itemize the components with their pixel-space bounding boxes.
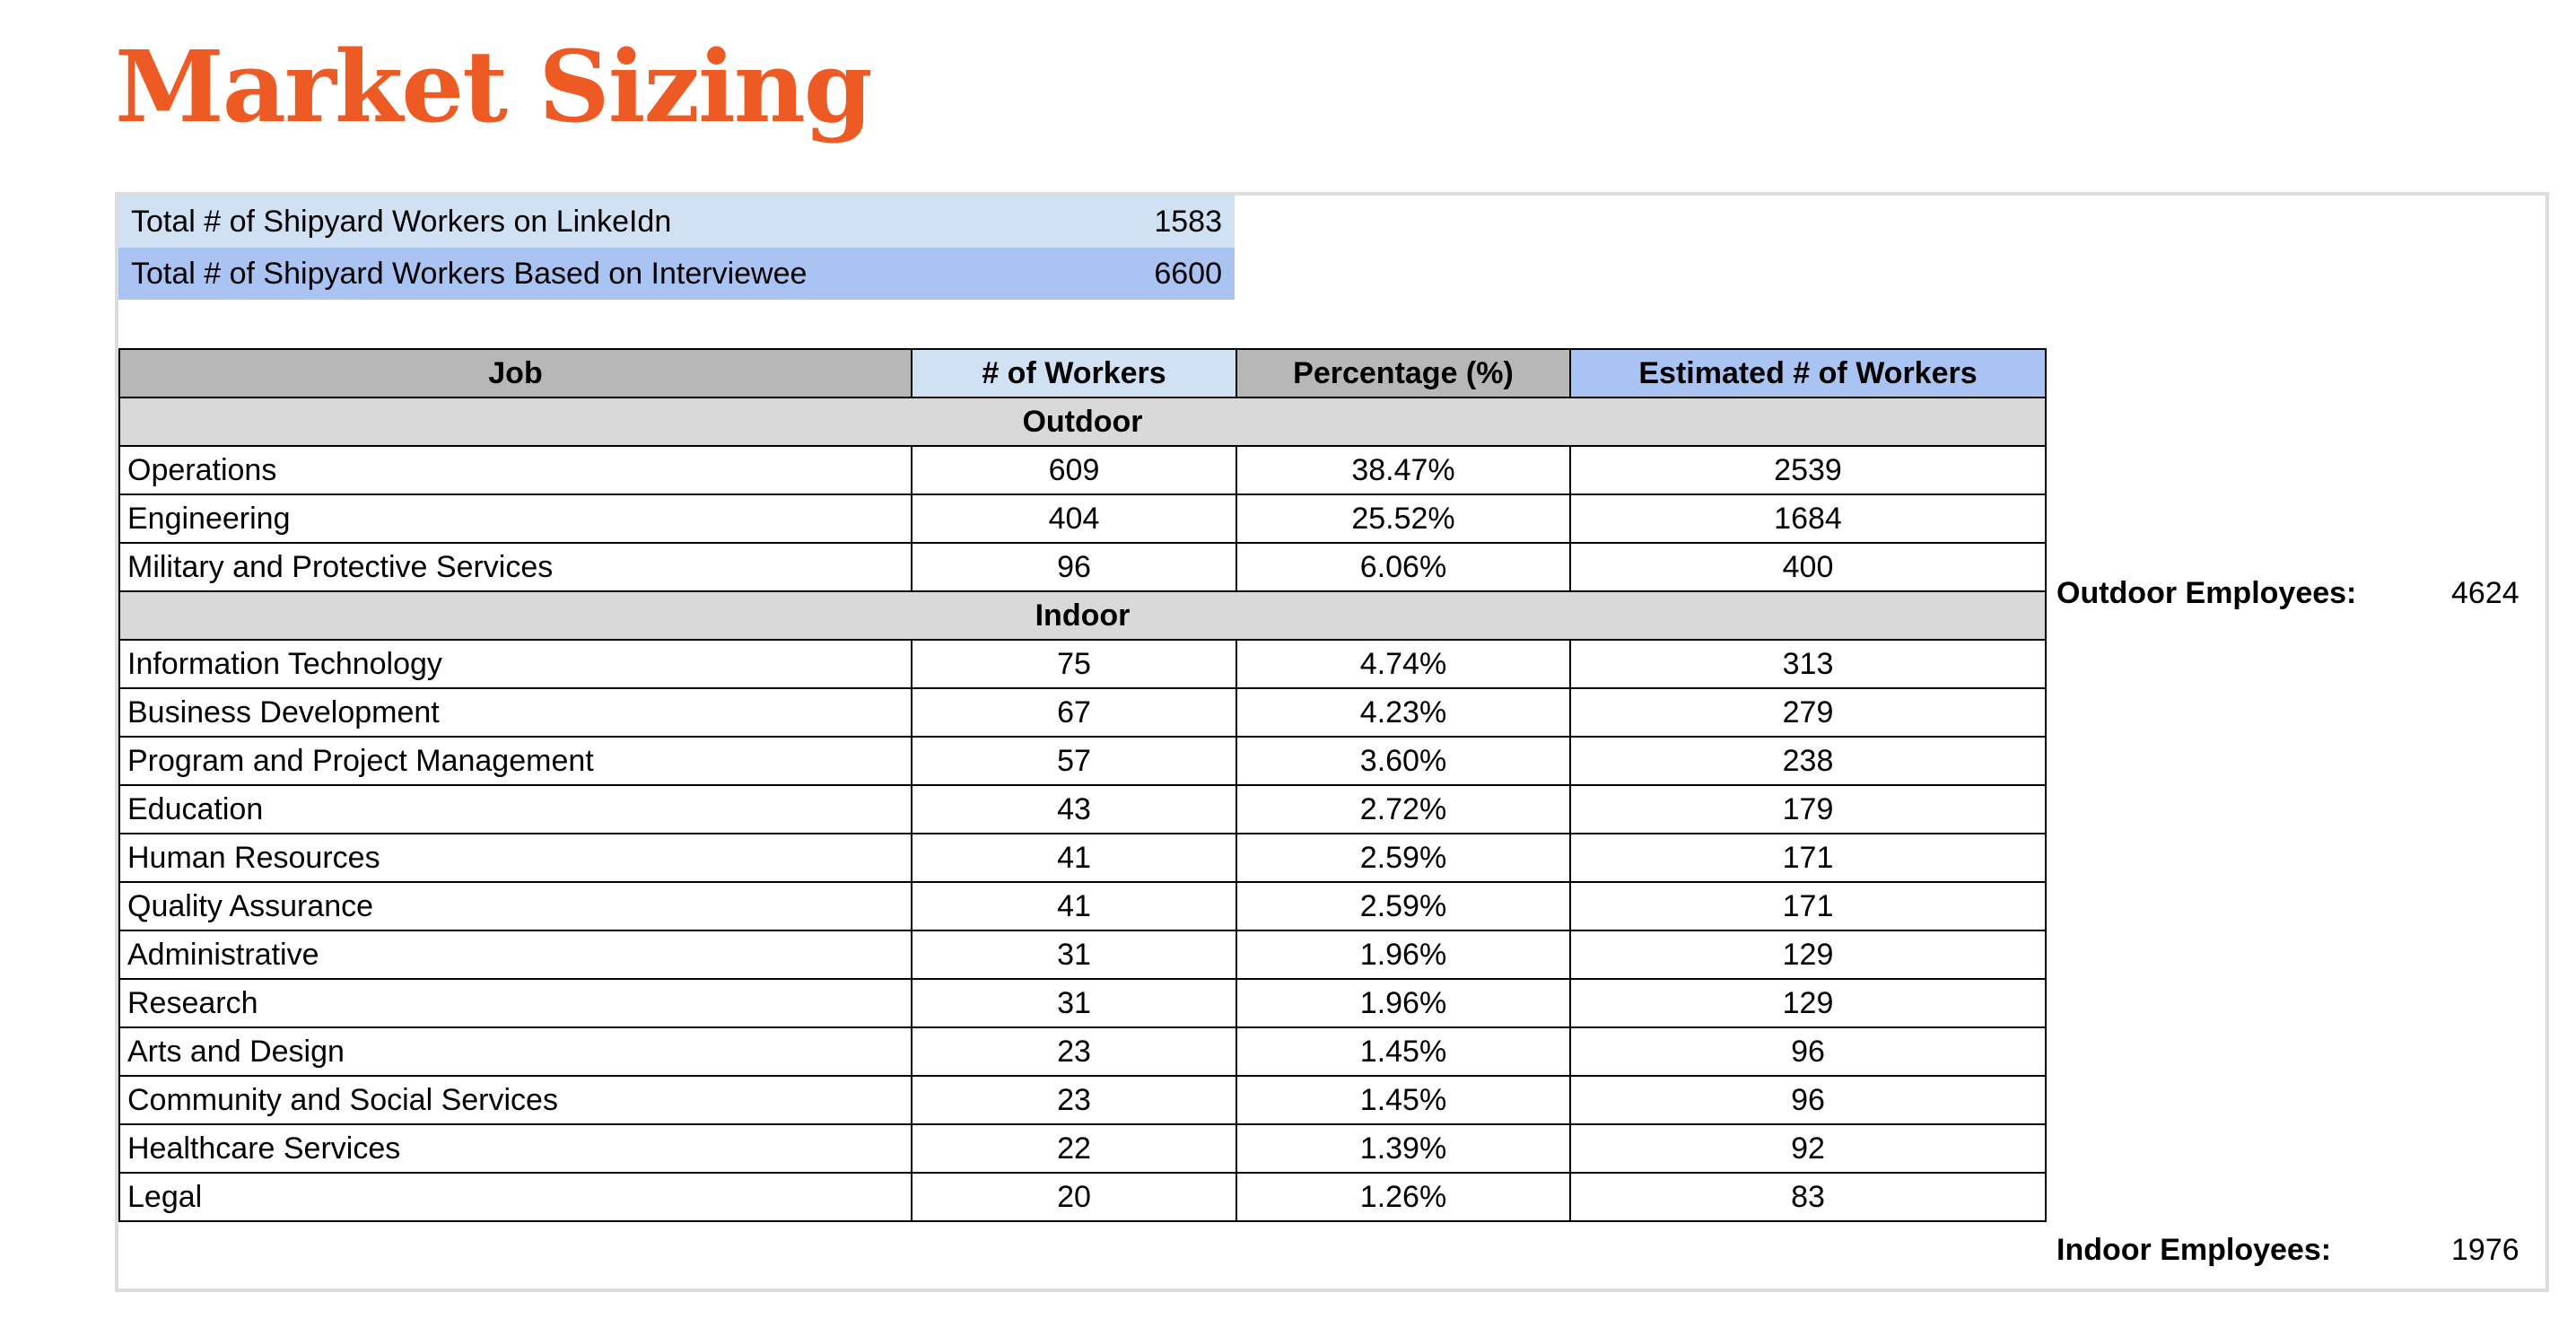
cell-estimated: 2539 — [1569, 445, 2047, 495]
table-row: Program and Project Management 57 3.60% 238 — [118, 736, 2047, 786]
summary-label: Total # of Shipyard Workers Based on Int… — [131, 256, 808, 291]
table-row: Healthcare Services 22 1.39% 92 — [118, 1123, 2047, 1174]
cell-job: Engineering — [118, 494, 913, 544]
cell-workers: 23 — [911, 1075, 1237, 1125]
table-header-row: Job # of Workers Percentage (%) Estimate… — [118, 348, 2047, 398]
cell-percentage: 4.23% — [1236, 687, 1571, 738]
cell-workers: 96 — [911, 542, 1237, 592]
outdoor-employees-value: 4624 — [2451, 576, 2519, 610]
table-row: Operations 609 38.47% 2539 — [118, 445, 2047, 495]
cell-percentage: 1.45% — [1236, 1026, 1571, 1077]
cell-percentage: 2.59% — [1236, 833, 1571, 883]
cell-estimated: 1684 — [1569, 494, 2047, 544]
table-row: Human Resources 41 2.59% 171 — [118, 833, 2047, 883]
table-row: Legal 20 1.26% 83 — [118, 1172, 2047, 1222]
cell-estimated: 129 — [1569, 930, 2047, 980]
cell-percentage: 3.60% — [1236, 736, 1571, 786]
section-label: Indoor — [118, 590, 2047, 641]
section-row-indoor: Indoor — [118, 590, 2047, 641]
outdoor-employees-label: Outdoor Employees: — [2056, 576, 2357, 610]
table-row: Military and Protective Services 96 6.06% 4… — [118, 542, 2047, 592]
cell-workers: 75 — [911, 639, 1237, 689]
header-job: Job — [118, 348, 913, 398]
cell-job: Healthcare Services — [118, 1123, 913, 1174]
cell-percentage: 6.06% — [1236, 542, 1571, 592]
page-title: Market Sizing — [115, 29, 873, 144]
cell-percentage: 2.72% — [1236, 784, 1571, 834]
cell-percentage: 1.96% — [1236, 930, 1571, 980]
cell-percentage: 1.45% — [1236, 1075, 1571, 1125]
cell-percentage: 38.47% — [1236, 445, 1571, 495]
cell-workers: 41 — [911, 833, 1237, 883]
header-estimated: Estimated # of Workers — [1569, 348, 2047, 398]
cell-estimated: 92 — [1569, 1123, 2047, 1174]
cell-estimated: 238 — [1569, 736, 2047, 786]
cell-job: Business Development — [118, 687, 913, 738]
cell-percentage: 25.52% — [1236, 494, 1571, 544]
cell-estimated: 171 — [1569, 881, 2047, 931]
cell-job: Operations — [118, 445, 913, 495]
cell-percentage: 1.39% — [1236, 1123, 1571, 1174]
indoor-employees-label: Indoor Employees: — [2056, 1233, 2332, 1267]
table-row: Community and Social Services 23 1.45% 96 — [118, 1075, 2047, 1125]
summary-label: Total # of Shipyard Workers on LinkeIdn — [131, 204, 672, 239]
cell-estimated: 171 — [1569, 833, 2047, 883]
summary-block: Total # of Shipyard Workers on LinkeIdn … — [118, 196, 1235, 300]
cell-estimated: 96 — [1569, 1026, 2047, 1077]
cell-estimated: 179 — [1569, 784, 2047, 834]
cell-percentage: 1.96% — [1236, 978, 1571, 1028]
indoor-employees-value: 1976 — [2451, 1233, 2519, 1267]
spreadsheet-panel: Total # of Shipyard Workers on LinkeIdn … — [115, 192, 2549, 1292]
summary-value: 1583 — [1154, 204, 1222, 239]
cell-workers: 404 — [911, 494, 1237, 544]
header-percentage: Percentage (%) — [1236, 348, 1571, 398]
header-workers: # of Workers — [911, 348, 1237, 398]
cell-workers: 609 — [911, 445, 1237, 495]
cell-job: Quality Assurance — [118, 881, 913, 931]
table-row: Arts and Design 23 1.45% 96 — [118, 1026, 2047, 1077]
table-row: Information Technology 75 4.74% 313 — [118, 639, 2047, 689]
cell-percentage: 2.59% — [1236, 881, 1571, 931]
cell-workers: 43 — [911, 784, 1237, 834]
cell-estimated: 129 — [1569, 978, 2047, 1028]
cell-estimated: 313 — [1569, 639, 2047, 689]
summary-row-interviewee: Total # of Shipyard Workers Based on Int… — [118, 248, 1235, 300]
cell-job: Arts and Design — [118, 1026, 913, 1077]
summary-row-linkedin: Total # of Shipyard Workers on LinkeIdn … — [118, 196, 1235, 248]
cell-job: Education — [118, 784, 913, 834]
table-row: Quality Assurance 41 2.59% 171 — [118, 881, 2047, 931]
cell-job: Program and Project Management — [118, 736, 913, 786]
cell-job: Research — [118, 978, 913, 1028]
jobs-table: Job # of Workers Percentage (%) Estimate… — [118, 348, 2047, 1222]
cell-estimated: 83 — [1569, 1172, 2047, 1222]
table-row: Administrative 31 1.96% 129 — [118, 930, 2047, 980]
cell-workers: 67 — [911, 687, 1237, 738]
cell-workers: 31 — [911, 930, 1237, 980]
cell-job: Information Technology — [118, 639, 913, 689]
cell-job: Administrative — [118, 930, 913, 980]
cell-workers: 23 — [911, 1026, 1237, 1077]
cell-estimated: 96 — [1569, 1075, 2047, 1125]
table-body: Outdoor Operations 609 38.47% 2539 Engineerin… — [118, 397, 2047, 1222]
table-row: Engineering 404 25.52% 1684 — [118, 494, 2047, 544]
cell-job: Community and Social Services — [118, 1075, 913, 1125]
table-row: Business Development 67 4.23% 279 — [118, 687, 2047, 738]
cell-percentage: 4.74% — [1236, 639, 1571, 689]
cell-percentage: 1.26% — [1236, 1172, 1571, 1222]
cell-workers: 22 — [911, 1123, 1237, 1174]
cell-workers: 41 — [911, 881, 1237, 931]
cell-job: Military and Protective Services — [118, 542, 913, 592]
table-row: Education 43 2.72% 179 — [118, 784, 2047, 834]
section-label: Outdoor — [118, 397, 2047, 447]
cell-estimated: 400 — [1569, 542, 2047, 592]
section-row-outdoor: Outdoor — [118, 397, 2047, 447]
cell-job: Legal — [118, 1172, 913, 1222]
cell-job: Human Resources — [118, 833, 913, 883]
cell-workers: 57 — [911, 736, 1237, 786]
cell-workers: 20 — [911, 1172, 1237, 1222]
cell-workers: 31 — [911, 978, 1237, 1028]
cell-estimated: 279 — [1569, 687, 2047, 738]
table-row: Research 31 1.96% 129 — [118, 978, 2047, 1028]
summary-value: 6600 — [1154, 256, 1222, 291]
